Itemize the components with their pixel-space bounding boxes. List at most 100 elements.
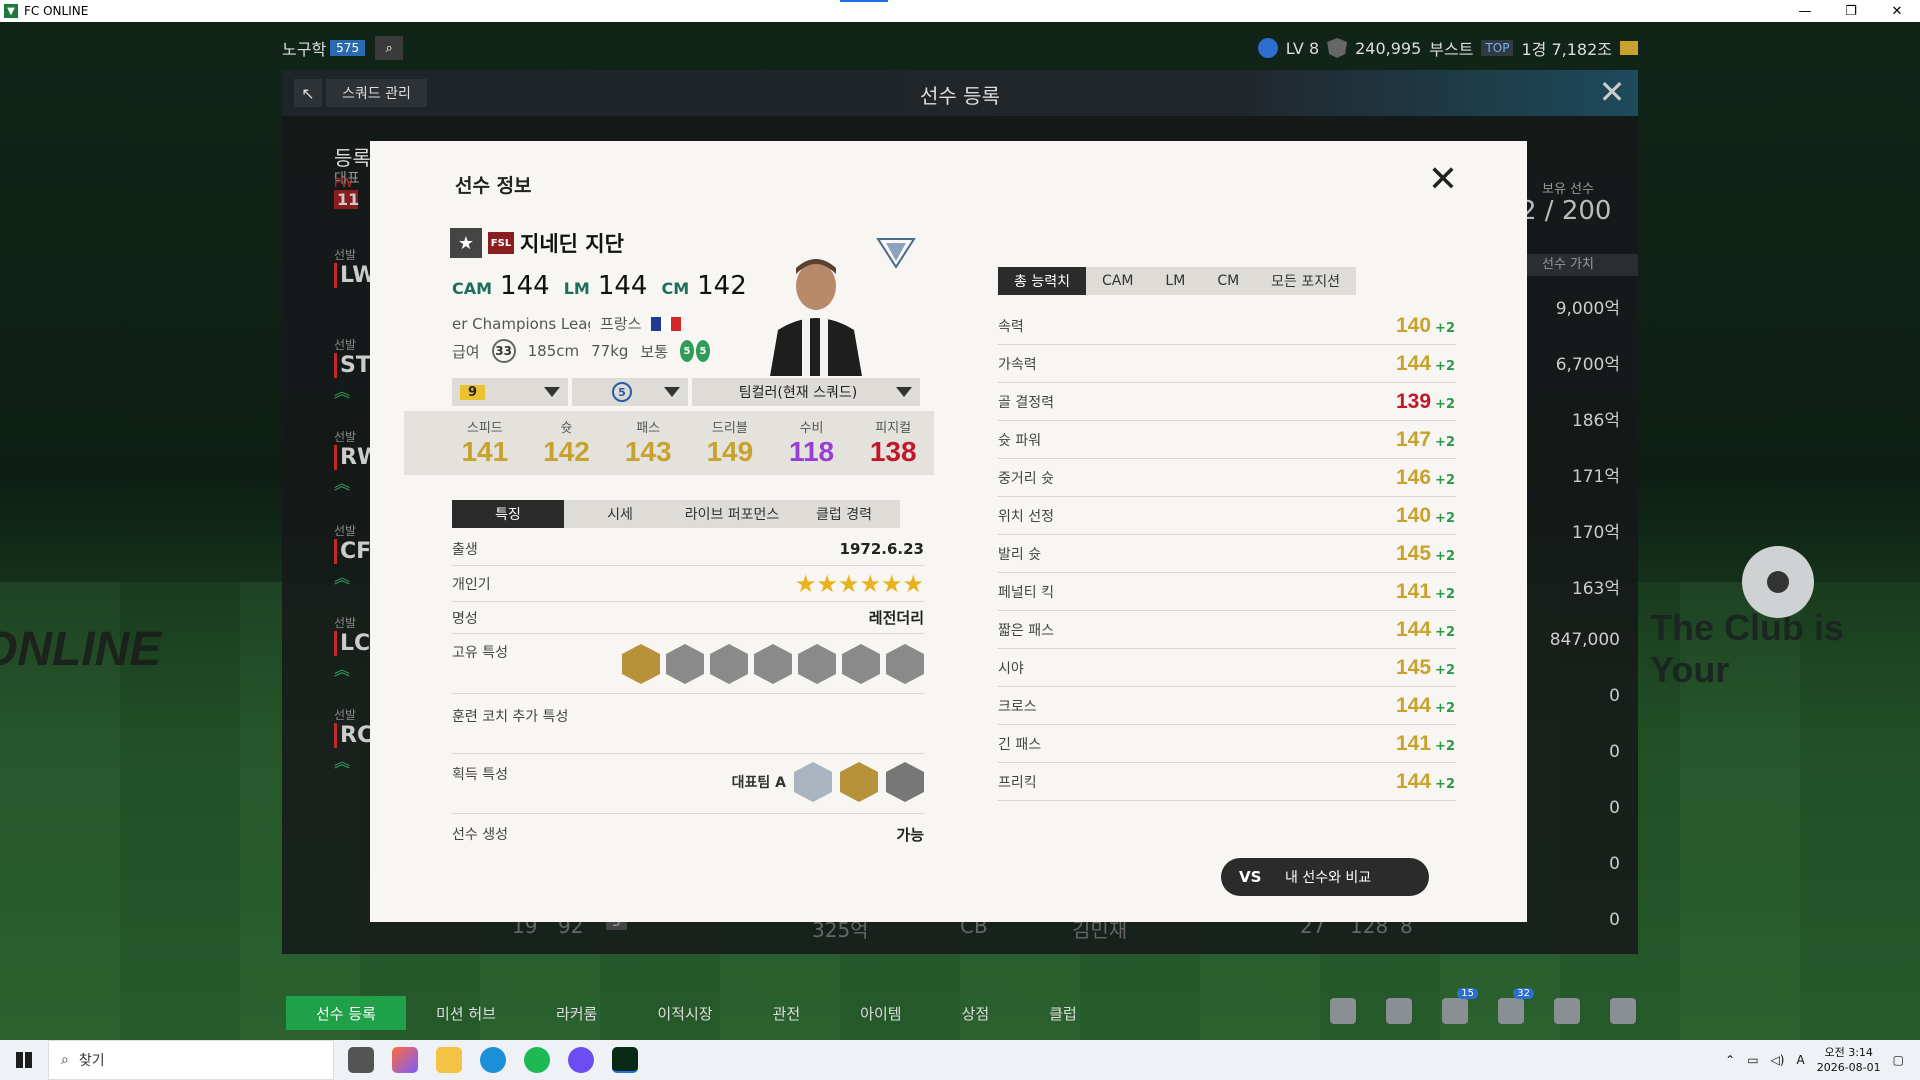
level-select[interactable]: 9 [452,378,568,406]
right-foot-value: 5 [696,340,711,362]
minimize-icon[interactable]: — [1782,0,1828,22]
card-options: 9 5 팀컬러(현재 스쿼드) [452,378,920,406]
panel-close-icon[interactable]: ✕ [1596,76,1628,108]
attribute-bonus: +2 [1435,662,1455,678]
bell-icon[interactable]: 32 [1498,988,1534,1024]
player-value: 9,000억 [1555,299,1620,319]
tab-cm[interactable]: CM [1201,267,1256,295]
tab-all-positions[interactable]: 모든 포지션 [1255,267,1357,295]
tab-total[interactable]: 총 능력치 [998,267,1086,295]
points-text: 240,995 [1355,38,1422,58]
attribute-value-group: 144 +2 [1396,694,1456,718]
tab-club-career[interactable]: 클럽 경력 [788,500,900,528]
attribute-row: 프리킥 144 +2 [998,763,1456,801]
summary-stat: 슛 142 [526,411,608,475]
left-foot-value: 5 [680,340,695,362]
attribute-bonus: +2 [1435,700,1455,716]
tab-live-performance[interactable]: 라이브 퍼포먼스 [676,500,788,528]
chat-icon[interactable] [1386,998,1412,1024]
nav-item[interactable]: 클럽 [1019,996,1107,1030]
attribute-name: 가속력 [998,356,1037,373]
nav-item[interactable]: 아이템 [830,996,931,1030]
search-icon[interactable]: ⌕ [375,36,404,60]
position-list: 등록 대표팀 FW 11 선발 LW 선발 ST ︽ 선발 RW ︽ 선발 CF… [282,116,381,954]
trait-icon[interactable] [886,644,924,684]
task-view-icon[interactable] [348,1047,374,1073]
info-row-traits: 고유 특성 [452,634,924,694]
enhance-wrap: 5 [580,382,664,402]
nav-item[interactable]: 선수 등록 [286,996,406,1030]
tab-cam[interactable]: CAM [1085,267,1150,295]
windows-start-icon[interactable] [0,1040,48,1080]
attribute-value: 145 [1396,655,1432,679]
volume-icon[interactable]: ◁) [1771,1053,1785,1067]
trait-icon[interactable] [886,762,924,802]
attribute-name: 발리 슛 [998,546,1042,563]
nav-item[interactable]: 미션 허브 [406,996,526,1030]
edge-icon[interactable] [480,1047,506,1073]
user-badge: 575 [330,40,366,56]
team-color-select[interactable]: 팀컬러(현재 스쿼드) [692,378,920,406]
ime-indicator[interactable]: A [1797,1053,1805,1067]
trait-icon[interactable] [798,644,836,684]
windows-taskbar: ⌕ 찾기 ⌃ ▭ ◁) A 오전 3:14 2026-08-01 ▢ [0,1040,1920,1080]
notification-icon[interactable]: ▢ [1893,1053,1904,1067]
maximize-icon[interactable]: ❐ [1828,0,1874,22]
summary-stat-label: 패스 [636,421,661,436]
tab-market[interactable]: 시세 [564,500,676,528]
attribute-bonus: +2 [1435,320,1455,336]
attribute-name: 위치 선정 [998,508,1054,525]
nav-item[interactable]: 라커룸 [526,996,627,1030]
trait-icon[interactable] [666,644,704,684]
modal-title: 선수 정보 [455,175,532,197]
taskbar-search[interactable]: ⌕ 찾기 [48,1040,334,1080]
player-info-modal: 선수 정보 ✕ ★ FSL 지네딘 지단 CAM 144 LM 144 CM 1… [370,141,1527,922]
clock[interactable]: 오전 3:14 2026-08-01 [1817,1045,1881,1075]
attribute-value-group: 147 +2 [1396,428,1456,452]
home-icon[interactable]: 15 [1442,988,1478,1024]
trait-icon[interactable] [622,644,660,684]
username[interactable]: 노구학 [282,36,326,60]
file-explorer-icon[interactable] [436,1047,462,1073]
skill-stars: ★★★★★★ [795,570,924,598]
star-icon: ★ [794,569,817,598]
attribute-value: 140 [1396,313,1432,337]
enhance-select[interactable]: 5 [572,378,688,406]
discord-icon[interactable] [568,1047,594,1073]
player-value: 0 [1609,742,1620,762]
modal-close-icon[interactable]: ✕ [1427,162,1459,198]
nav-item[interactable]: 이적시장 [627,996,742,1030]
trait-icon[interactable] [754,644,792,684]
profile-icon[interactable] [1554,998,1580,1024]
network-icon[interactable]: ▭ [1747,1053,1758,1067]
trait-icon[interactable] [710,644,748,684]
trait-icon[interactable] [842,644,880,684]
attribute-bonus: +2 [1435,434,1455,450]
clock-date: 2026-08-01 [1816,1061,1881,1074]
copilot-icon[interactable] [392,1047,418,1073]
lock-icon[interactable] [794,762,832,802]
background-logo-text: ONLINE [0,623,162,676]
trait-icon[interactable] [840,762,878,802]
bottom-nav-icons: 15 32 [1330,988,1636,1024]
compare-button[interactable]: VS 내 선수와 비교 [1221,858,1429,896]
close-icon[interactable]: ✕ [1874,0,1920,22]
chevron-up-icon[interactable]: ⌃ [1725,1053,1735,1067]
currency-text: 1경 7,182조 [1521,40,1612,59]
nav-item[interactable]: 관전 [743,996,831,1030]
owned-label: 보유 선수 [1542,182,1594,197]
foot-icon: 5 5 [680,340,711,362]
nav-item[interactable]: 상점 [932,996,1020,1030]
tab-features[interactable]: 특징 [452,500,564,528]
favorite-star-icon[interactable]: ★ [450,228,482,258]
summary-stat-value: 141 [461,436,509,467]
fc-online-taskbar-icon[interactable] [612,1047,638,1073]
info-label: 출생 [452,541,478,558]
chat-user-button[interactable] [1742,546,1814,618]
ovr-pos: CAM [452,279,493,298]
tab-lm[interactable]: LM [1149,267,1202,295]
trash-icon[interactable] [1330,998,1356,1024]
gear-icon[interactable] [1610,998,1636,1024]
spotify-icon[interactable] [524,1047,550,1073]
info-label: 개인기 [452,576,491,593]
